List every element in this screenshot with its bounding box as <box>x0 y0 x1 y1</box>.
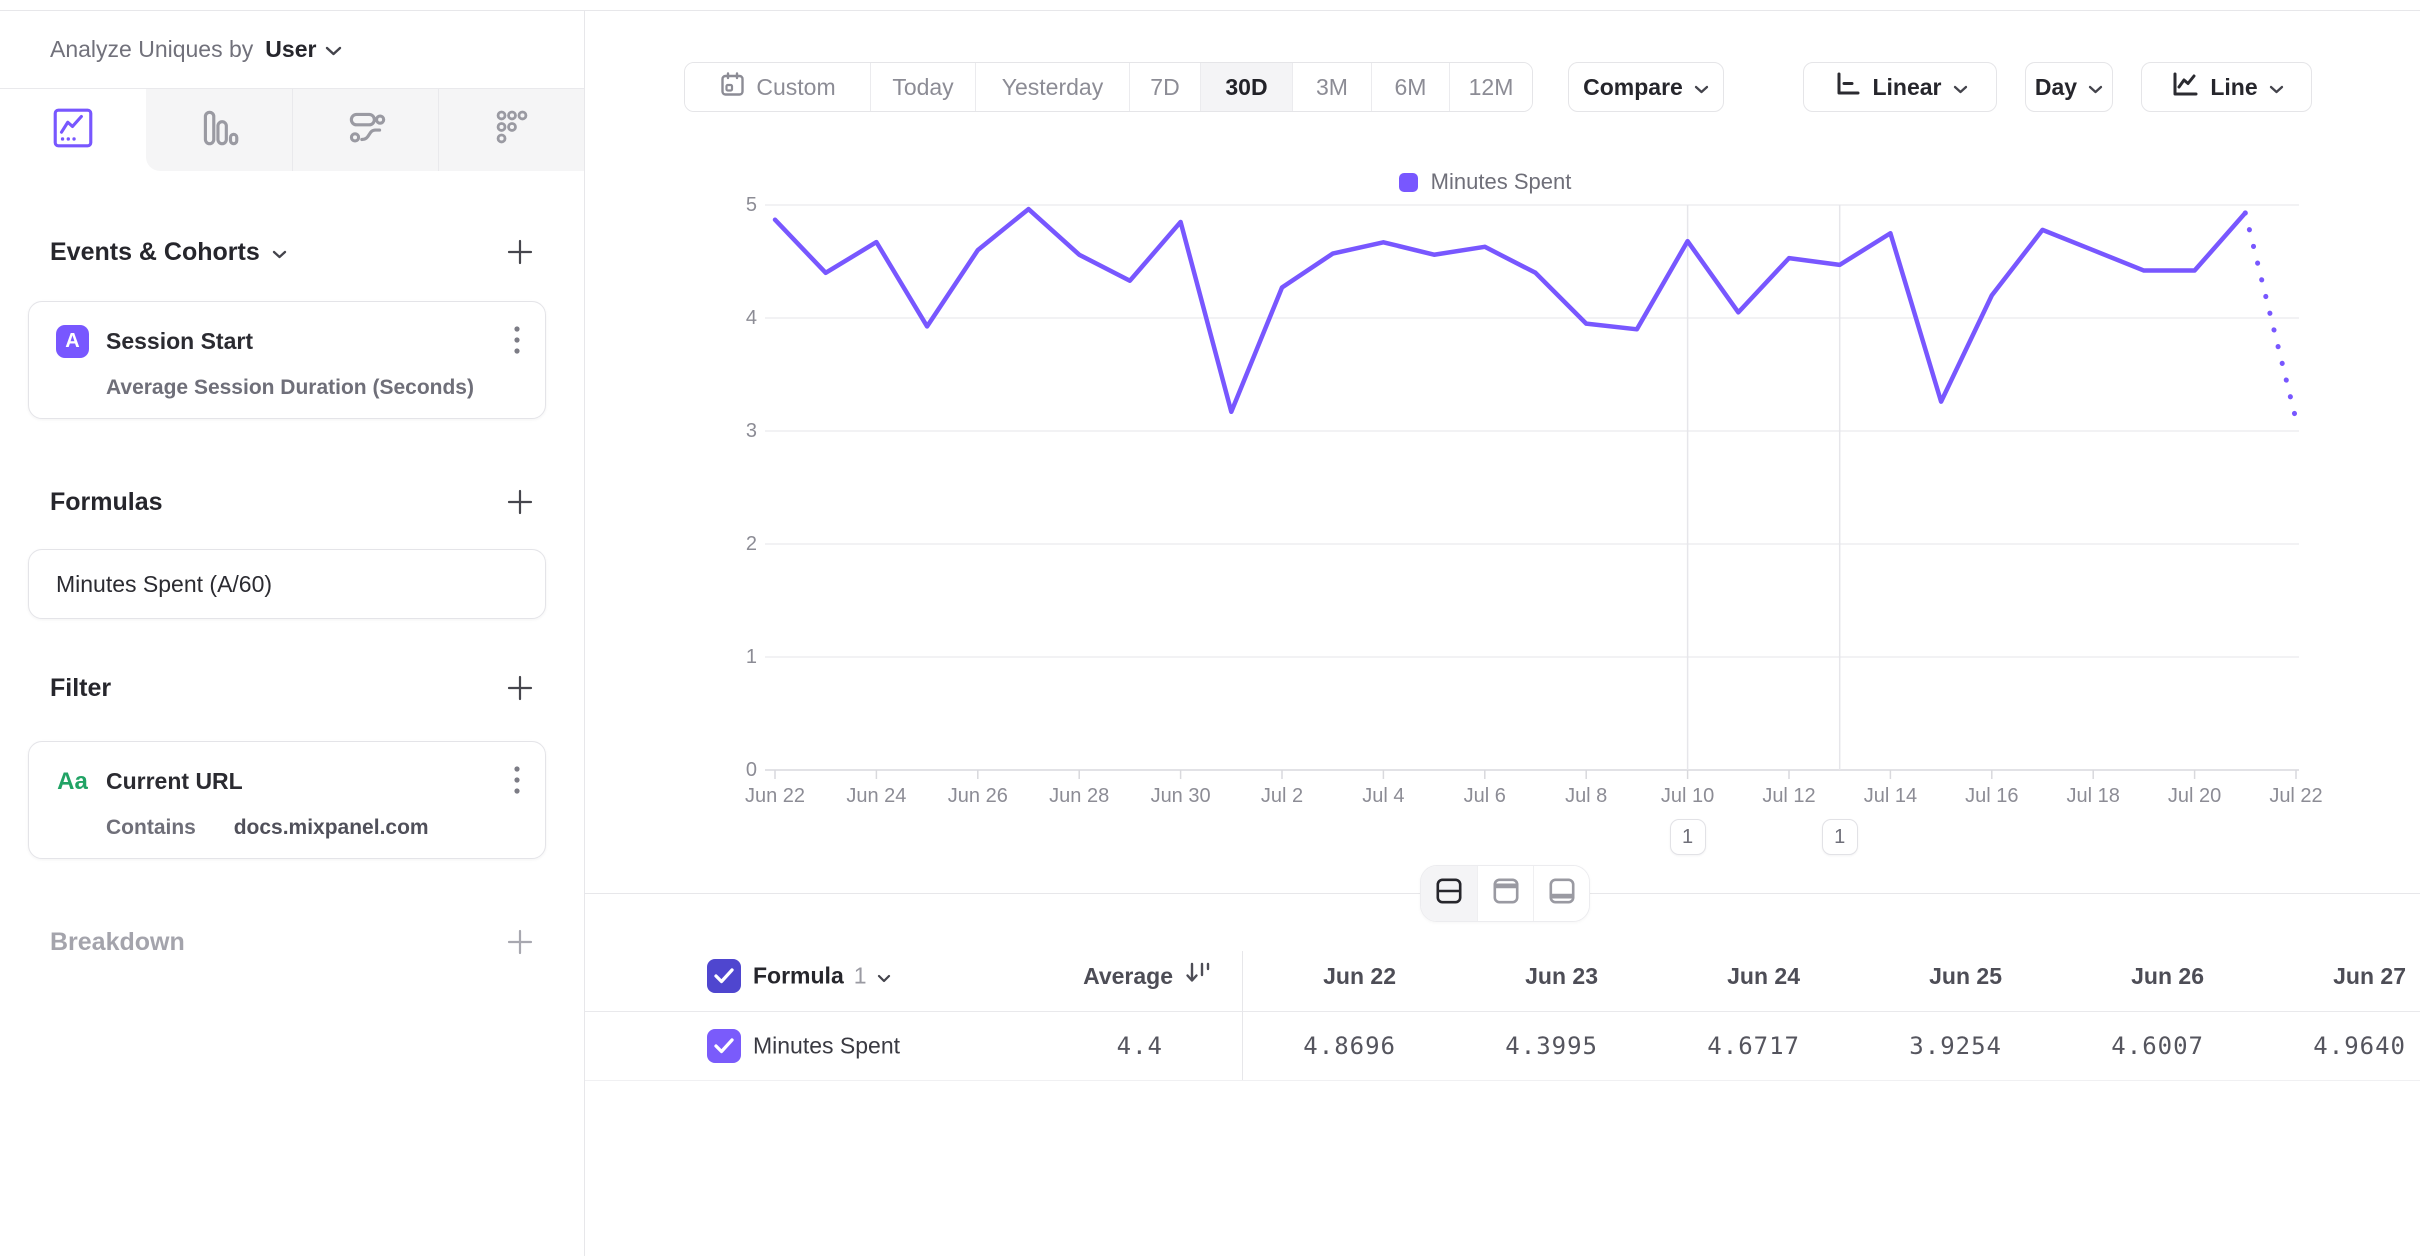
report-main-panel: CustomTodayYesterday7D30D3M6M12M Compare… <box>585 11 2420 1256</box>
y-axis-label-1: 1 <box>685 645 757 669</box>
analyze-by-selector[interactable]: User <box>265 36 342 63</box>
analyze-label: Analyze Uniques by <box>50 36 253 63</box>
cell-jun-22: 4.8696 <box>1198 1012 1396 1080</box>
formula-expression: Minutes Spent (A/60) <box>56 571 272 598</box>
flows-icon <box>343 105 389 156</box>
chart-and-table-icon <box>1435 877 1463 910</box>
column-header-jun-26: Jun 26 <box>2014 941 2204 1011</box>
table-header-row: Formula 1 Average Jun 22Jun 23Jun 24Jun … <box>585 941 2420 1012</box>
filter-card-header: Aa Current URL <box>56 760 525 803</box>
events-section-title[interactable]: Events & Cohorts <box>50 238 287 267</box>
formula-column-selector[interactable]: Formula 1 <box>753 963 891 990</box>
column-header-jun-25: Jun 25 <box>1812 941 2002 1011</box>
layout-toggle <box>1420 865 1590 922</box>
filter-section-header: Filter <box>50 663 535 713</box>
events-section-label: Events & Cohorts <box>50 238 260 267</box>
formula-number: 1 <box>854 963 867 990</box>
analyze-header: Analyze Uniques by User <box>0 11 584 89</box>
event-letter-badge: A <box>56 325 89 358</box>
row-average-value: 4.4 <box>965 1012 1163 1080</box>
filter-section-label: Filter <box>50 674 111 703</box>
y-axis-label-4: 4 <box>685 306 757 330</box>
insights-line-chart-icon <box>50 105 96 156</box>
string-property-icon: Aa <box>56 768 89 796</box>
events-section-header: Events & Cohorts <box>50 227 535 277</box>
column-header-jun-24: Jun 24 <box>1610 941 1800 1011</box>
chart-type-tabs <box>0 89 584 171</box>
add-formula-button[interactable] <box>505 487 535 517</box>
table-only-icon <box>1548 877 1576 910</box>
breakdown-section-title: Breakdown <box>50 928 185 957</box>
layout-option-table-only[interactable] <box>1533 866 1589 921</box>
formulas-section-title: Formulas <box>50 488 163 517</box>
breakdown-section-label: Breakdown <box>50 928 185 957</box>
breakdown-section-header: Breakdown <box>50 917 535 967</box>
kebab-menu-icon[interactable] <box>509 760 525 803</box>
y-axis-label-0: 0 <box>685 758 757 782</box>
event-card-header: A Session Start <box>56 320 525 363</box>
formulas-section-label: Formulas <box>50 488 163 517</box>
x-axis-label-jul-22: Jul 22 <box>2236 785 2356 808</box>
column-header-jun-23: Jun 23 <box>1408 941 1598 1011</box>
y-axis-label-5: 5 <box>685 193 757 217</box>
column-header-jun-27: Jun 27 <box>2216 941 2406 1011</box>
row-series-name: Minutes Spent <box>753 1033 900 1060</box>
add-event-button[interactable] <box>505 237 535 267</box>
select-all-checkbox[interactable] <box>707 959 741 993</box>
annotation-chip-jul-13[interactable]: 1 <box>1822 819 1858 855</box>
sidebar-tab-flows[interactable] <box>292 89 438 171</box>
filter-operator: Contains <box>106 816 196 839</box>
cell-jun-24: 4.6717 <box>1602 1012 1800 1080</box>
sidebar-tab-insights-line-chart[interactable] <box>0 89 146 171</box>
formula-card[interactable]: Minutes Spent (A/60) <box>28 549 546 619</box>
chevron-down-icon <box>272 238 287 267</box>
filter-section-title: Filter <box>50 674 111 703</box>
analyze-by-value: User <box>265 36 316 63</box>
filter-card-current-url[interactable]: Aa Current URL Contains docs.mixpanel.co… <box>28 741 546 859</box>
event-measurement[interactable]: Average Session Duration (Seconds) <box>106 376 474 400</box>
sidebar-tab-bar-chart[interactable] <box>146 89 292 171</box>
layout-option-chart-only[interactable] <box>1477 866 1533 921</box>
cell-jun-26: 4.6007 <box>2006 1012 2204 1080</box>
cell-jun-25: 3.9254 <box>1804 1012 2002 1080</box>
series-line-incomplete-dotted <box>2245 213 2296 420</box>
table-row-minutes-spent: Minutes Spent 4.4 4.86964.39954.67173.92… <box>585 1012 2420 1081</box>
cell-jun-27: 4.9640 <box>2208 1012 2406 1080</box>
formulas-section-header: Formulas <box>50 477 535 527</box>
y-axis-label-2: 2 <box>685 532 757 556</box>
kebab-menu-icon[interactable] <box>509 320 525 363</box>
line-chart <box>585 11 2420 861</box>
event-name: Session Start <box>106 328 492 355</box>
y-axis-label-3: 3 <box>685 419 757 443</box>
annotation-chip-jul-10[interactable]: 1 <box>1670 819 1706 855</box>
insights-report-page: Analyze Uniques by User Events & Cohorts <box>0 0 2420 1256</box>
metrics-grid-icon <box>489 105 535 156</box>
add-filter-button[interactable] <box>505 673 535 703</box>
average-column-header[interactable]: Average <box>885 941 1211 1011</box>
add-breakdown-button[interactable] <box>505 927 535 957</box>
filter-value: docs.mixpanel.com <box>234 816 429 839</box>
query-builder-sidebar: Analyze Uniques by User Events & Cohorts <box>0 11 585 1256</box>
cell-jun-23: 4.3995 <box>1400 1012 1598 1080</box>
filter-condition[interactable]: Contains docs.mixpanel.com <box>106 816 429 840</box>
column-header-jun-22: Jun 22 <box>1206 941 1396 1011</box>
layout-option-chart-and-table[interactable] <box>1421 866 1477 921</box>
chart-only-icon <box>1492 877 1520 910</box>
series-line-minutes-spent <box>775 209 2245 412</box>
filter-property-name: Current URL <box>106 768 492 795</box>
sidebar-tab-metrics-grid[interactable] <box>438 89 584 171</box>
average-label: Average <box>1083 963 1173 990</box>
formula-header-label: Formula <box>753 963 844 990</box>
bar-chart-icon <box>196 105 242 156</box>
row-checkbox[interactable] <box>707 1029 741 1063</box>
event-card-session-start[interactable]: A Session Start Average Session Duration… <box>28 301 546 419</box>
chevron-down-icon <box>325 36 342 63</box>
